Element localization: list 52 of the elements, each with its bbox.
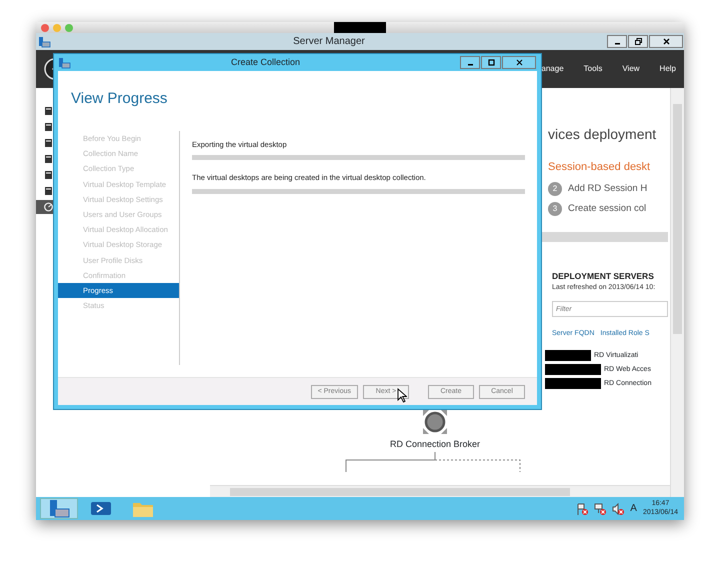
menu-item[interactable]: View [622,63,640,75]
scenario-title: Session-based deskt [548,160,652,175]
minimize-button[interactable] [607,35,627,48]
window-control-dot[interactable] [65,24,73,32]
dialog-title: Create Collection [230,56,302,69]
server-manager-icon [48,499,70,518]
server-icon [44,138,53,148]
restore-icon [634,38,642,45]
minimize-button[interactable] [460,56,480,69]
panel-title: DEPLOYMENT SERVERS [552,270,655,283]
speaker-muted-icon [612,502,624,514]
redacted-block [545,378,601,390]
window-control-dot[interactable] [53,24,61,32]
step-number: 3 [548,202,562,216]
horizontal-scrollbar[interactable] [210,485,670,497]
broker-node-icon [422,409,448,435]
redacted-block [334,22,386,33]
menu-item[interactable]: Help [660,63,676,75]
maximize-icon [488,59,494,66]
step-link[interactable]: Create session col [568,202,646,216]
section-heading: vices deployment [548,125,658,144]
step-link[interactable]: Add RD Session H [568,182,648,196]
terminal-icon [90,499,112,518]
vertical-scrollbar[interactable] [670,88,684,497]
gauge-icon [44,202,53,212]
server-icon [44,170,53,180]
step-number: 2 [548,182,562,196]
server-icon [44,106,53,116]
close-button[interactable] [502,56,536,69]
mouse-pointer-icon [397,388,407,403]
close-icon [662,38,670,45]
node-label: RD Connection Broker [390,438,480,451]
close-icon [516,59,522,66]
server-icon [44,186,53,196]
server-manager-icon [58,56,71,68]
redacted-block [545,350,591,362]
server-icon [44,122,53,132]
server-icon [44,154,53,164]
network-alert-icon [594,502,606,514]
restore-button[interactable] [628,35,648,48]
menu-item[interactable]: Tools [584,63,602,75]
page-heading: View Progress [71,90,168,107]
flag-alert-icon [576,502,588,514]
server-manager-icon [38,36,51,48]
input-indicator[interactable]: A [630,501,637,516]
window-title: Server Manager [292,35,366,49]
maximize-button[interactable] [481,56,501,69]
redacted-block [545,364,601,376]
menu-item[interactable]: anage [541,63,564,75]
taskbar-app[interactable] [40,498,78,519]
close-button[interactable] [649,35,683,48]
window-control-dot[interactable] [41,24,49,32]
